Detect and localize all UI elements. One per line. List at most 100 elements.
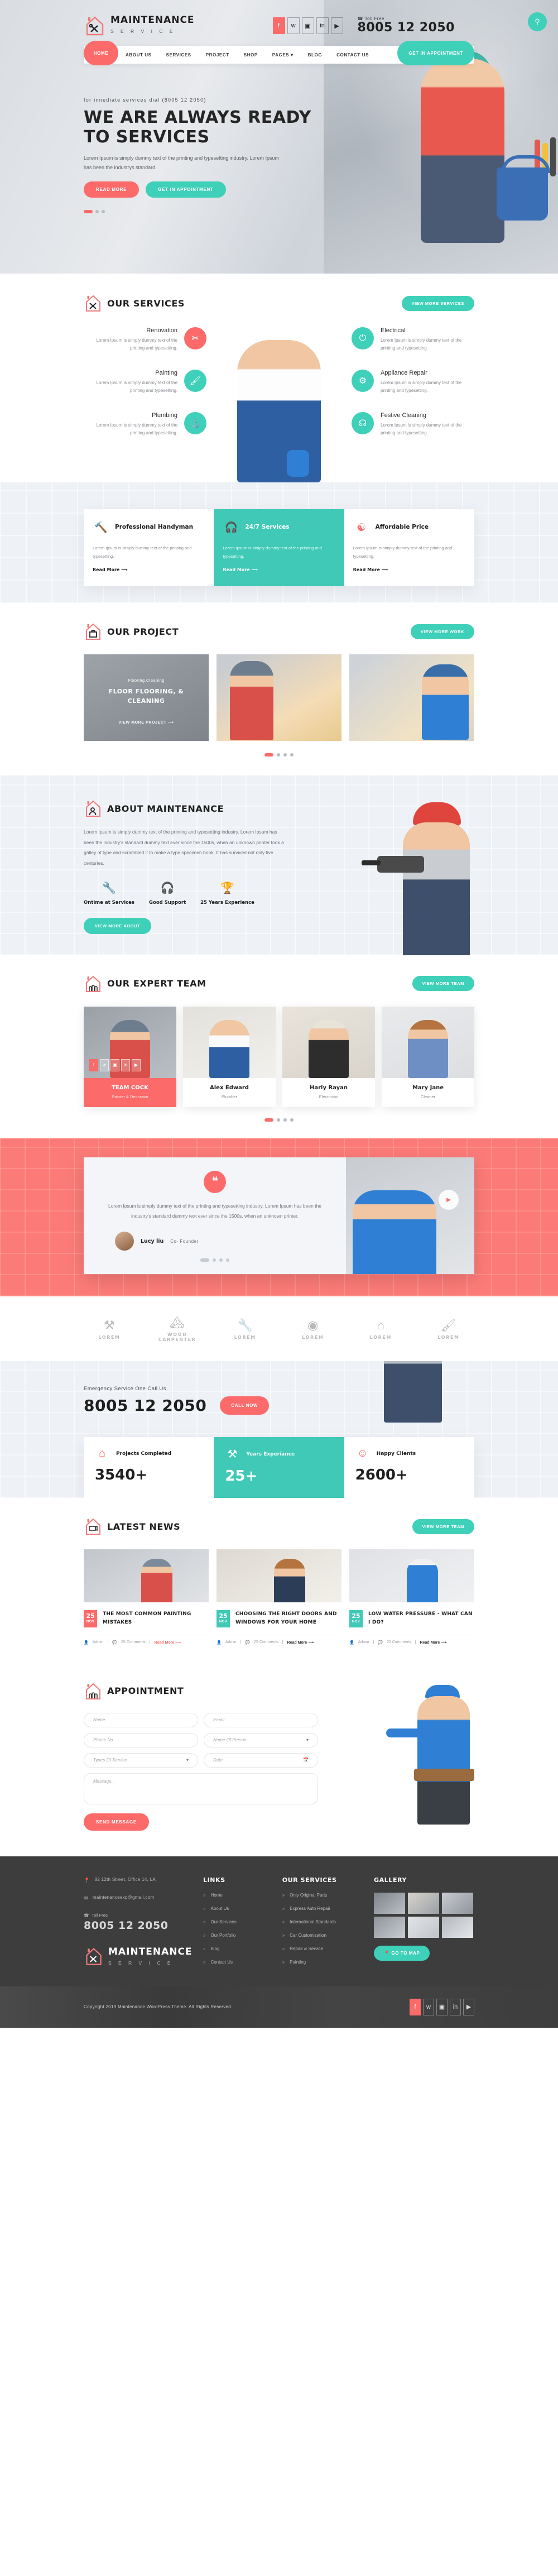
team-member-card[interactable]: Alex Edward Plumber <box>183 1006 276 1107</box>
brand-logo[interactable]: 🖌 LOREM <box>423 1318 474 1340</box>
testimonial-slider-dots[interactable] <box>100 1258 329 1262</box>
slider-dot-2[interactable] <box>277 753 280 756</box>
play-icon[interactable]: ► <box>439 1189 459 1210</box>
view-more-project-link[interactable]: VIEW MORE PROJECT ⟶ <box>118 720 174 725</box>
twitter-icon[interactable]: w <box>423 1998 434 2015</box>
feature-read-more-link[interactable]: Read More ⟶ <box>93 567 128 572</box>
go-to-map-button[interactable]: 📍 GO TO MAP <box>374 1945 430 1961</box>
footer-service-express-auto-repair[interactable]: » Express Auto Repair <box>282 1906 360 1911</box>
service-item-electrical[interactable]: ⏻ Electrical Lorem Ipsum is simply dummy… <box>352 327 474 353</box>
testimonial-video-thumbnail[interactable]: ► <box>346 1157 474 1275</box>
search-icon[interactable]: ⚲ <box>528 12 547 31</box>
nav-item-services[interactable]: SERVICES <box>159 52 199 58</box>
twitter-icon[interactable]: w <box>287 17 300 34</box>
slider-dot-4[interactable] <box>226 1258 229 1262</box>
footer-service-original-parts[interactable]: » Only Original Parts <box>282 1893 360 1898</box>
footer-link-contact-us[interactable]: » Contact Us <box>203 1960 269 1965</box>
team-member-card[interactable]: f w ▣ in ▶ TEAM COCK Painter & Decorator <box>84 1006 176 1107</box>
send-message-button[interactable]: SEND MESSAGE <box>84 1813 149 1831</box>
footer-link-home[interactable]: » Home <box>203 1893 269 1898</box>
view-more-news-button[interactable]: VIEW MORE TEAM <box>412 1519 474 1534</box>
footer-logo[interactable]: MAINTENANCE S E R V I C E <box>84 1946 192 1969</box>
phone-number[interactable]: 8005 12 2050 <box>358 21 455 35</box>
news-post-title[interactable]: THE MOST COMMON PAINTING MISTAKES <box>103 1610 209 1627</box>
site-logo[interactable]: MAINTENANCE S E R V I C E <box>84 15 195 37</box>
nav-item-contact-us[interactable]: CONTACT US <box>329 52 376 58</box>
slider-dot-4[interactable] <box>290 1118 294 1122</box>
gallery-thumbnail[interactable] <box>408 1892 439 1914</box>
twitter-icon[interactable]: w <box>100 1059 109 1071</box>
slider-dot-1[interactable] <box>200 1258 209 1262</box>
footer-link-blog[interactable]: » Blog <box>203 1946 269 1951</box>
youtube-icon[interactable]: ▶ <box>132 1059 141 1071</box>
feature-card-affordable-price[interactable]: ☯ Affordable Price Lorem Ipsum is simply… <box>344 509 474 586</box>
service-item-appliance-repair[interactable]: ⚙ Appliance Repair Lorem Ipsum is simply… <box>352 369 474 395</box>
person-select[interactable]: Name Of Person ▾ <box>204 1732 318 1747</box>
footer-email[interactable]: ✉ maintenanceexp@gmail.com <box>84 1894 190 1902</box>
service-item-renovation[interactable]: ✂ Renovation Lorem Ipsum is simply dummy… <box>84 327 206 353</box>
view-more-about-button[interactable]: VIEW MORE ABOUT <box>84 917 152 934</box>
brand-logo[interactable]: ⚒ LOREM <box>84 1318 135 1340</box>
team-slider-dots[interactable] <box>84 1118 474 1122</box>
nav-item-home[interactable]: HOME <box>84 41 118 65</box>
news-post-title[interactable]: CHOOSING THE RIGHT DOORS AND WINDOWS FOR… <box>235 1610 341 1627</box>
emergency-phone-number[interactable]: 8005 12 2050 <box>84 1396 206 1415</box>
hero-read-more-button[interactable]: READ MORE <box>84 181 140 198</box>
project-card[interactable] <box>349 654 474 741</box>
news-card[interactable]: 25 NOV THE MOST COMMON PAINTING MISTAKES… <box>84 1549 209 1645</box>
nav-appointment-button[interactable]: GET IN APPOINTMENT <box>397 41 474 65</box>
footer-link-about-us[interactable]: » About Us <box>203 1906 269 1911</box>
team-member-card[interactable]: Mary Jane Cleaner <box>382 1006 474 1107</box>
message-textarea[interactable]: Message... <box>84 1773 318 1804</box>
gallery-thumbnail[interactable] <box>374 1916 405 1938</box>
phone-field[interactable]: Phone No <box>84 1732 198 1747</box>
instagram-icon[interactable]: ▣ <box>436 1998 448 2015</box>
youtube-icon[interactable]: ▶ <box>463 1998 474 2015</box>
nav-item-blog[interactable]: BLOG <box>301 52 330 58</box>
instagram-icon[interactable]: ▣ <box>110 1059 119 1071</box>
facebook-icon[interactable]: f <box>272 17 285 34</box>
service-item-plumbing[interactable]: ⚓ Plumbing Lorem Ipsum is simply dummy t… <box>84 411 206 438</box>
service-item-painting[interactable]: 🖌 Painting Lorem Ipsum is simply dummy t… <box>84 369 206 395</box>
slider-dot-1[interactable] <box>264 1118 273 1122</box>
brand-logo[interactable]: ⌂ LOREM <box>355 1318 406 1340</box>
feature-card-24-7-services[interactable]: 🎧 24/7 Services Lorem Ipsum is simply du… <box>214 509 344 586</box>
email-field[interactable]: Email <box>204 1712 318 1727</box>
facebook-icon[interactable]: f <box>89 1059 98 1071</box>
slider-dot-2[interactable] <box>277 1118 280 1122</box>
footer-link-our-portfolio[interactable]: » Our Portfolio <box>203 1933 269 1938</box>
linkedin-icon[interactable]: in <box>316 17 329 34</box>
nav-item-shop[interactable]: SHOP <box>237 52 265 58</box>
date-field[interactable]: Date 📅 <box>204 1753 318 1768</box>
hero-slider-dots[interactable] <box>84 210 474 214</box>
slider-dot-4[interactable] <box>290 753 294 756</box>
feature-read-more-link[interactable]: Read More ⟶ <box>353 567 388 572</box>
service-type-select[interactable]: Types Of Service ▾ <box>84 1753 198 1768</box>
instagram-icon[interactable]: ▣ <box>301 17 314 34</box>
footer-phone[interactable]: 8005 12 2050 <box>84 1919 190 1932</box>
footer-service-painting[interactable]: » Painting <box>282 1960 360 1965</box>
slider-dot-1[interactable] <box>84 210 93 214</box>
team-member-card[interactable]: Harly Rayan Electrician <box>282 1006 375 1107</box>
project-card-featured[interactable]: Flooring,Cleaning FLOOR FLOORING, & CLEA… <box>84 654 209 741</box>
project-card[interactable] <box>217 654 341 741</box>
gallery-thumbnail[interactable] <box>442 1916 473 1938</box>
slider-dot-1[interactable] <box>264 753 273 756</box>
slider-dot-2[interactable] <box>213 1258 216 1262</box>
facebook-icon[interactable]: f <box>410 1998 421 2015</box>
slider-dot-2[interactable] <box>95 210 99 214</box>
footer-service-repair-and-service[interactable]: » Repair & Service <box>282 1946 360 1951</box>
project-slider-dots[interactable] <box>84 753 474 756</box>
news-read-more-link[interactable]: Read More ⟶ <box>155 1640 181 1645</box>
news-post-title[interactable]: LOW WATER PRESSURE - WHAT CAN I DO? <box>368 1610 474 1627</box>
name-field[interactable]: Name <box>84 1712 198 1727</box>
view-more-services-button[interactable]: VIEW MORE SERVICES <box>401 295 474 311</box>
footer-service-international-standards[interactable]: » International Standards <box>282 1919 360 1924</box>
feature-card-professional-handyman[interactable]: 🔨 Professional Handyman Lorem Ipsum is s… <box>84 509 214 586</box>
brand-logo[interactable]: ◉ LOREM <box>287 1318 339 1340</box>
calendar-icon[interactable]: 📅 <box>303 1758 309 1763</box>
feature-read-more-link[interactable]: Read More ⟶ <box>223 567 258 572</box>
hero-appointment-button[interactable]: GET IN APPOINTMENT <box>146 181 226 198</box>
gallery-thumbnail[interactable] <box>408 1916 439 1938</box>
youtube-icon[interactable]: ▶ <box>330 17 343 34</box>
